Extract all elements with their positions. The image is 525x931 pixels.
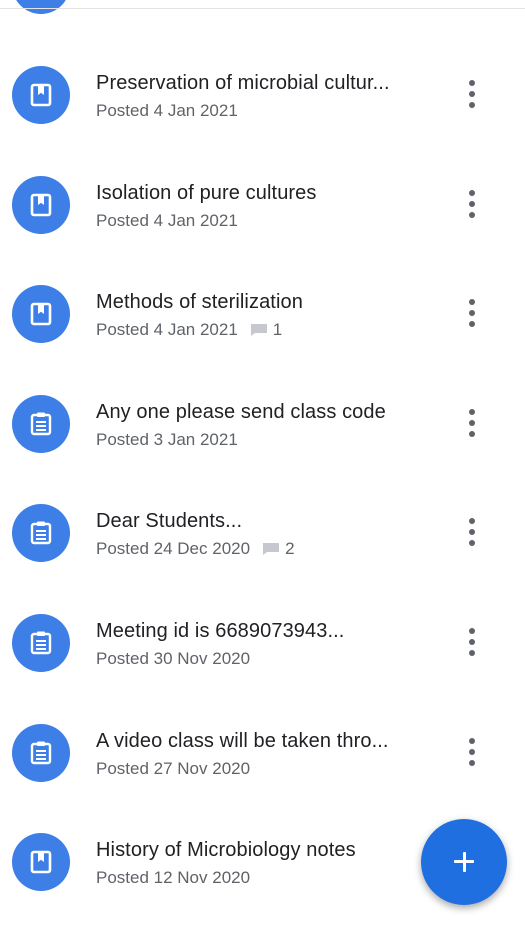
post-date: Posted 30 Nov 2020 <box>96 648 251 668</box>
stream-item[interactable]: Preservation of microbial cultur... Poste… <box>0 41 525 151</box>
post-date: Posted 3 Jan 2021 <box>96 429 238 449</box>
more-options-icon[interactable] <box>460 78 484 112</box>
more-options-icon[interactable] <box>460 188 484 222</box>
post-date: Posted 4 Jan 2021 <box>96 210 238 230</box>
stream-item[interactable]: Meeting id is 6689073943... Posted 30 Nov… <box>0 589 525 699</box>
comment-count: 2 <box>285 539 295 559</box>
material-icon <box>12 833 70 892</box>
post-title: Methods of sterilization <box>96 291 303 314</box>
post-date: Posted 27 Nov 2020 <box>96 758 251 778</box>
post-meta: Posted 4 Jan 2021 <box>96 211 238 231</box>
more-options-icon[interactable] <box>460 407 484 441</box>
comment-icon <box>250 323 268 337</box>
more-options-icon[interactable] <box>460 297 484 331</box>
more-options-icon[interactable] <box>460 626 484 660</box>
stream-item[interactable]: Isolation of pure cultures Posted 4 Jan 2… <box>0 151 525 261</box>
post-meta: Posted 27 Nov 2020 <box>96 759 250 779</box>
post-title: Isolation of pure cultures <box>96 181 317 204</box>
post-meta: Posted 12 Nov 2020 <box>96 868 250 888</box>
comment-count: 1 <box>272 320 283 340</box>
divider <box>0 8 525 9</box>
material-icon <box>12 285 70 344</box>
assignment-icon <box>12 613 70 672</box>
post-date: Posted 24 Dec 2020 <box>96 539 251 559</box>
post-title: Any one please send class code <box>96 400 386 423</box>
post-title: History of Microbiology notes <box>96 839 356 862</box>
post-meta: Posted 4 Jan 2021 <box>96 101 238 121</box>
post-date: Posted 4 Jan 2021 <box>96 320 238 340</box>
post-title: Meeting id is 6689073943... <box>96 619 345 642</box>
post-avatar-partial <box>12 0 70 14</box>
material-icon <box>12 66 70 124</box>
classroom-stream-screen: Preservation of microbial cultur... Poste… <box>0 0 525 931</box>
post-title: Preservation of microbial cultur... <box>96 72 390 94</box>
stream-item[interactable]: A video class will be taken thro... Poste… <box>0 699 525 809</box>
stream-item[interactable]: Any one please send class code Posted 3 J… <box>0 370 525 480</box>
post-meta: Posted 30 Nov 2020 <box>96 649 250 669</box>
stream-item[interactable]: Methods of sterilization Posted 4 Jan 202… <box>0 260 525 370</box>
post-meta: Posted 4 Jan 2021 1 <box>96 320 282 340</box>
more-options-icon[interactable] <box>460 516 484 550</box>
post-title: A video class will be taken thro... <box>96 729 389 752</box>
assignment-icon <box>12 723 70 782</box>
post-meta: Posted 3 Jan 2021 <box>96 430 238 450</box>
comment-icon <box>262 542 280 556</box>
post-title: Dear Students... <box>96 510 243 533</box>
stream-item[interactable]: Dear Students... Posted 24 Dec 2020 2 <box>0 479 525 589</box>
post-date: Posted 12 Nov 2020 <box>96 868 251 888</box>
more-options-icon[interactable] <box>460 736 484 770</box>
assignment-icon <box>12 504 70 563</box>
assignment-icon <box>12 394 70 453</box>
create-fab-button[interactable] <box>421 819 507 905</box>
post-meta: Posted 24 Dec 2020 2 <box>96 539 295 559</box>
material-icon <box>12 175 70 234</box>
classwork-list: Preservation of microbial cultur... Poste… <box>0 41 525 918</box>
post-date: Posted 4 Jan 2021 <box>96 101 238 120</box>
